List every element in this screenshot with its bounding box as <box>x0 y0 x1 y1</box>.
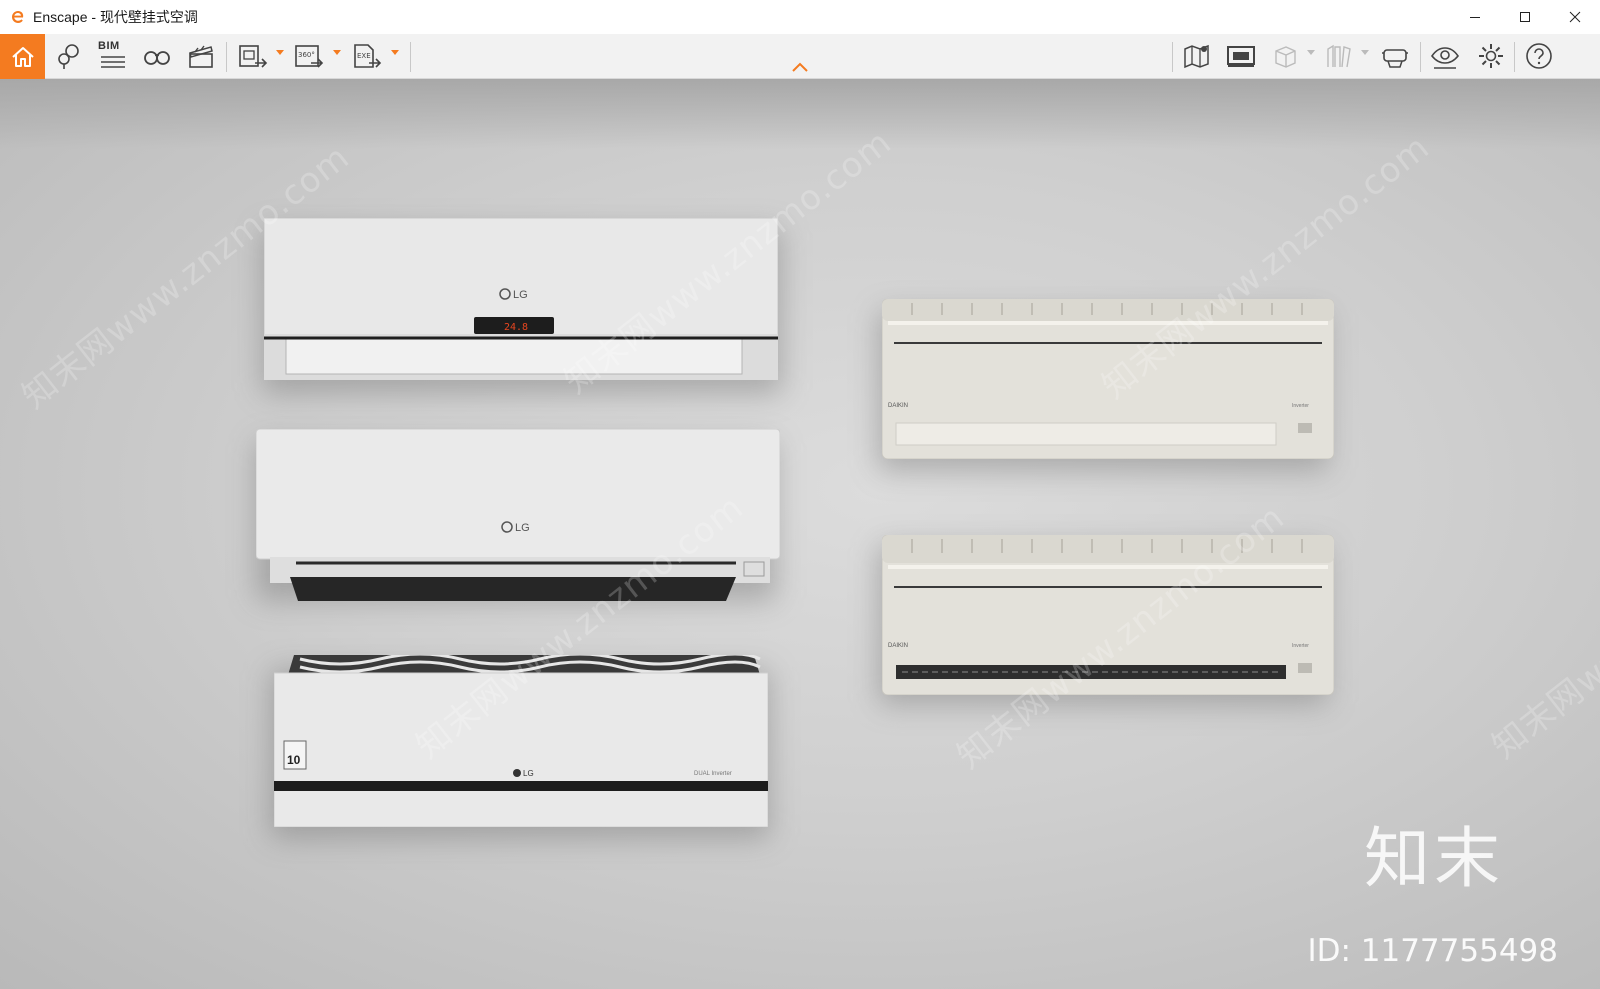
id-watermark: ID: 1177755498 <box>1307 933 1558 969</box>
toolbar-separator <box>226 42 227 72</box>
books-dropdown[interactable] <box>1360 48 1370 58</box>
chevron-down-icon <box>333 50 341 55</box>
export-exe-button[interactable]: EXE <box>350 38 384 74</box>
bim-label: BIM <box>98 40 120 52</box>
export-360-dropdown[interactable] <box>332 48 342 58</box>
toolbar-separator <box>1172 42 1173 72</box>
maximize-button[interactable] <box>1500 0 1550 34</box>
chevron-down-icon <box>276 50 284 55</box>
minimize-button[interactable] <box>1450 0 1500 34</box>
chevron-down-icon <box>1361 50 1369 55</box>
app-name: Enscape <box>33 9 88 25</box>
home-icon <box>11 46 34 67</box>
toolbar-separator <box>1514 42 1515 72</box>
screen-icon <box>1227 46 1255 67</box>
vr-button[interactable] <box>1378 38 1412 74</box>
cube-icon <box>1275 46 1296 68</box>
books-icon <box>1327 44 1351 68</box>
render-viewport[interactable]: LG 24.8 LG 10 LG DUAL Inverter DAIKIN In… <box>0 79 1600 989</box>
chevron-down-icon <box>1307 50 1315 55</box>
title-bar: Enscape - 现代壁挂式空调 <box>0 0 1600 34</box>
enscape-logo-icon <box>9 8 27 26</box>
title-separator: - <box>87 9 100 25</box>
binoculars-button[interactable] <box>140 38 174 74</box>
settings-button[interactable] <box>1474 38 1508 74</box>
books-button[interactable] <box>1322 38 1356 74</box>
energy-badge: 10 <box>287 753 301 767</box>
binoculars-icon <box>144 51 170 65</box>
help-icon <box>1526 43 1552 69</box>
daikin-logo-text: DAIKIN <box>888 643 908 649</box>
inverter-tag: Inverter <box>1292 403 1309 409</box>
temperature-display: 24.8 <box>504 322 528 333</box>
close-button[interactable] <box>1550 0 1600 34</box>
chevron-down-icon <box>391 50 399 55</box>
lg-logo-text: LG <box>513 289 528 301</box>
visual-settings-button[interactable] <box>1428 38 1462 74</box>
ceiling-shadow <box>0 79 1600 149</box>
dual-inverter-tag: DUAL Inverter <box>694 771 732 777</box>
export-exe-label: EXE <box>357 52 371 60</box>
vr-headset-icon <box>1382 49 1408 68</box>
maximize-icon <box>1520 12 1530 22</box>
map-icon <box>1184 44 1209 69</box>
window-controls <box>1450 0 1600 34</box>
screen-button[interactable] <box>1224 38 1258 74</box>
close-icon <box>1569 11 1581 23</box>
views-button[interactable] <box>52 38 86 74</box>
video-editor-button[interactable] <box>184 38 218 74</box>
gear-icon <box>1479 44 1503 68</box>
home-button[interactable] <box>0 34 45 79</box>
brand-watermark: 知末 <box>1364 820 1504 897</box>
toolbar-separator <box>1420 42 1421 72</box>
export-image-icon <box>239 45 268 68</box>
export-360-button[interactable]: 360° <box>292 38 326 74</box>
asset-dropdown[interactable] <box>1306 48 1316 58</box>
export-image-dropdown[interactable] <box>275 48 285 58</box>
map-pin-icon <box>58 44 79 69</box>
export-image-button[interactable] <box>236 38 270 74</box>
daikin-logo-text: DAIKIN <box>888 403 908 409</box>
toolbar-separator <box>410 42 411 72</box>
export-360-icon: 360° <box>295 45 324 68</box>
eye-icon <box>1431 47 1459 69</box>
lg-logo-text: LG <box>515 522 530 534</box>
export-360-label: 360° <box>298 51 315 59</box>
document-title: 现代壁挂式空调 <box>99 9 198 25</box>
clapper-icon <box>189 45 213 68</box>
site-watermark: 知末网www.znzmo.com <box>1484 487 1600 767</box>
map-button[interactable] <box>1180 38 1214 74</box>
minimize-icon <box>1470 17 1480 18</box>
inverter-tag: Inverter <box>1292 643 1309 649</box>
lg-logo-text: LG <box>523 769 534 778</box>
help-button[interactable] <box>1522 38 1556 74</box>
window-title: Enscape - 现代壁挂式空调 <box>33 7 198 27</box>
collapse-toolbar-button[interactable] <box>790 60 810 74</box>
chevron-up-icon <box>792 62 808 72</box>
export-exe-dropdown[interactable] <box>390 48 400 58</box>
enscape-toolbar: BIM 360° EXE <box>0 34 1600 79</box>
asset-library-button[interactable] <box>1268 38 1302 74</box>
export-exe-icon: EXE <box>354 44 382 68</box>
